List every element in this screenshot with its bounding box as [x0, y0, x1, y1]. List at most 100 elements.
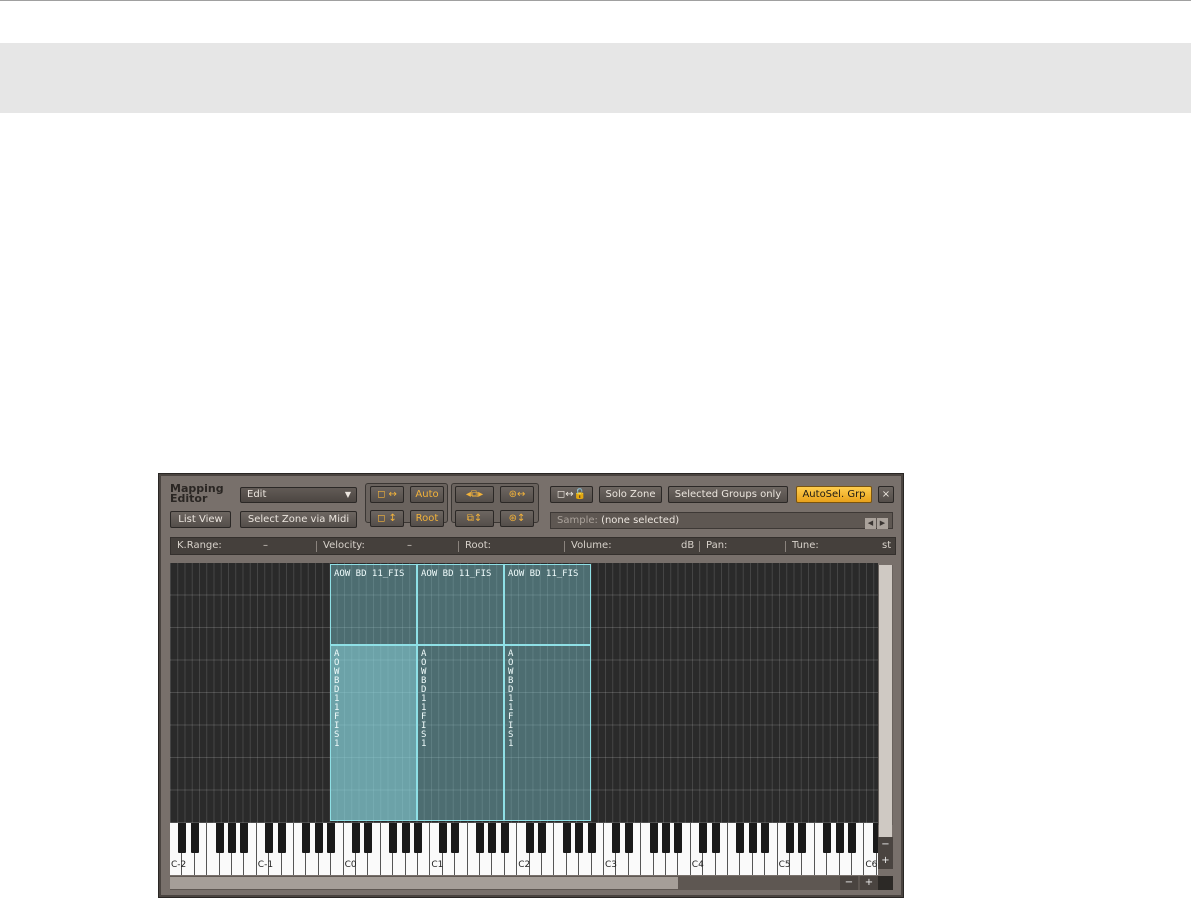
zone-label: AOW BD 11 FIS1	[508, 649, 514, 749]
black-key[interactable]	[327, 823, 336, 853]
black-key[interactable]	[649, 823, 658, 853]
black-key[interactable]	[277, 823, 286, 853]
sample-field[interactable]: Sample: (none selected) ◀ ▶	[550, 512, 893, 529]
black-key[interactable]	[798, 823, 807, 853]
previous-sample-icon[interactable]: ◀	[865, 518, 876, 529]
stretch-horizontal-button[interactable]: ◻ ↔	[370, 486, 404, 503]
lock-icon: ◻↔🔓	[556, 489, 587, 500]
sample-value: (none selected)	[601, 515, 680, 526]
mapping-editor-panel: Mapping Editor Edit ▼ List View Select Z…	[158, 473, 904, 898]
vertical-scroll-thumb[interactable]	[879, 565, 892, 837]
horizontal-zoom: − +	[840, 876, 878, 890]
black-key[interactable]	[438, 823, 447, 853]
zone-top-3[interactable]: AOW BD 11_FIS	[504, 564, 591, 645]
black-key[interactable]	[748, 823, 757, 853]
black-key[interactable]	[488, 823, 497, 853]
black-key[interactable]	[662, 823, 670, 853]
zoom-out-vertical-button[interactable]: −	[878, 837, 893, 853]
selected-groups-only-button[interactable]: Selected Groups only	[668, 486, 788, 503]
link-horizontal-button[interactable]: ⊛↔	[500, 486, 534, 503]
zone-top-1[interactable]: AOW BD 11_FIS	[330, 564, 417, 645]
black-key[interactable]	[352, 823, 360, 853]
select-zone-via-midi-button[interactable]: Select Zone via Midi	[240, 511, 357, 528]
horizontal-scroll-thumb[interactable]	[170, 877, 678, 889]
divider	[316, 541, 317, 552]
black-key[interactable]	[215, 823, 224, 853]
zone-top-2[interactable]: AOW BD 11_FIS	[417, 564, 504, 645]
black-key[interactable]	[587, 823, 596, 853]
octave-label: C3	[605, 860, 618, 870]
velocity-value[interactable]: –	[407, 538, 412, 554]
move-horizontal-icon: ◂⧉▸	[465, 489, 484, 500]
black-key[interactable]	[389, 823, 398, 853]
zone-label: AOW BD 11_FIS	[421, 569, 492, 579]
root-button[interactable]: Root	[410, 510, 444, 527]
octave-label: C0	[344, 860, 357, 870]
black-key[interactable]	[711, 823, 720, 853]
black-key[interactable]	[538, 823, 546, 853]
volume-label: Volume:	[571, 540, 612, 551]
krange-value[interactable]: –	[263, 538, 268, 554]
black-key[interactable]	[178, 823, 187, 853]
black-key[interactable]	[500, 823, 509, 853]
black-key[interactable]	[562, 823, 571, 853]
black-key[interactable]	[736, 823, 745, 853]
black-key[interactable]	[476, 823, 484, 853]
black-key[interactable]	[823, 823, 832, 853]
vertical-scrollbar[interactable]	[878, 565, 893, 837]
black-key[interactable]	[240, 823, 249, 853]
zone-bottom-1[interactable]: AOW BD 11 FIS1	[330, 645, 417, 821]
zone-bottom-3[interactable]: AOW BD 11 FIS1	[504, 645, 591, 821]
horizontal-scrollbar[interactable]	[170, 876, 878, 890]
black-key[interactable]	[451, 823, 460, 853]
black-key[interactable]	[414, 823, 422, 853]
link-vertical-button[interactable]: ⊛↕	[500, 510, 534, 527]
black-key[interactable]	[761, 823, 770, 853]
auto-button[interactable]: Auto	[410, 486, 444, 503]
black-key[interactable]	[612, 823, 621, 853]
volume-unit: dB	[681, 540, 695, 551]
next-sample-icon[interactable]: ▶	[877, 518, 888, 529]
black-key[interactable]	[190, 823, 199, 853]
black-key[interactable]	[674, 823, 683, 853]
zoom-out-horizontal-button[interactable]: −	[840, 876, 858, 890]
divider	[564, 541, 565, 552]
lock-zone-button[interactable]: ◻↔🔓	[550, 486, 593, 503]
piano-keyboard[interactable]: C-2 C-1 C0 C1 C2 C3 C4 C5 C6	[170, 823, 878, 875]
black-key[interactable]	[525, 823, 534, 853]
black-key[interactable]	[786, 823, 794, 853]
black-key[interactable]	[624, 823, 633, 853]
tune-unit: st	[882, 540, 892, 551]
mapping-grid[interactable]: AOW BD 11_FIS AOW BD 11_FIS AOW BD 11_FI…	[170, 563, 878, 825]
krange-label: K.Range:	[177, 540, 222, 551]
list-view-button[interactable]: List View	[170, 511, 231, 528]
black-key[interactable]	[699, 823, 708, 853]
black-key[interactable]	[575, 823, 584, 853]
chevron-down-icon: ▼	[344, 490, 351, 499]
close-button[interactable]: ×	[878, 486, 894, 503]
octave-label: C5	[778, 860, 791, 870]
solo-zone-button[interactable]: Solo Zone	[599, 486, 662, 503]
zoom-in-vertical-button[interactable]: +	[878, 853, 893, 869]
black-key[interactable]	[314, 823, 323, 853]
zone-bottom-2[interactable]: AOW BD 11 FIS1	[417, 645, 504, 821]
stretch-vertical-button[interactable]: ◻ ↕	[370, 510, 404, 527]
mapping-editor-body: Mapping Editor Edit ▼ List View Select Z…	[161, 476, 901, 895]
black-key[interactable]	[835, 823, 844, 853]
autosel-grp-button[interactable]: AutoSel. Grp	[796, 486, 872, 503]
black-key[interactable]	[265, 823, 274, 853]
zoom-in-horizontal-button[interactable]: +	[860, 876, 878, 890]
black-key[interactable]	[302, 823, 311, 853]
move-zone-vertical-button[interactable]: ⧉↕	[455, 510, 494, 527]
octave-label: C4	[691, 860, 704, 870]
black-key[interactable]	[364, 823, 373, 853]
move-zone-horizontal-button[interactable]: ◂⧉▸	[455, 486, 494, 503]
black-key[interactable]	[848, 823, 856, 853]
close-icon: ×	[881, 489, 891, 500]
zone-label: AOW BD 11_FIS	[508, 569, 579, 579]
octave-label: C1	[431, 860, 444, 870]
black-key[interactable]	[228, 823, 236, 853]
black-key[interactable]	[401, 823, 410, 853]
octave-label: C2	[518, 860, 531, 870]
mode-dropdown[interactable]: Edit ▼	[240, 487, 357, 503]
